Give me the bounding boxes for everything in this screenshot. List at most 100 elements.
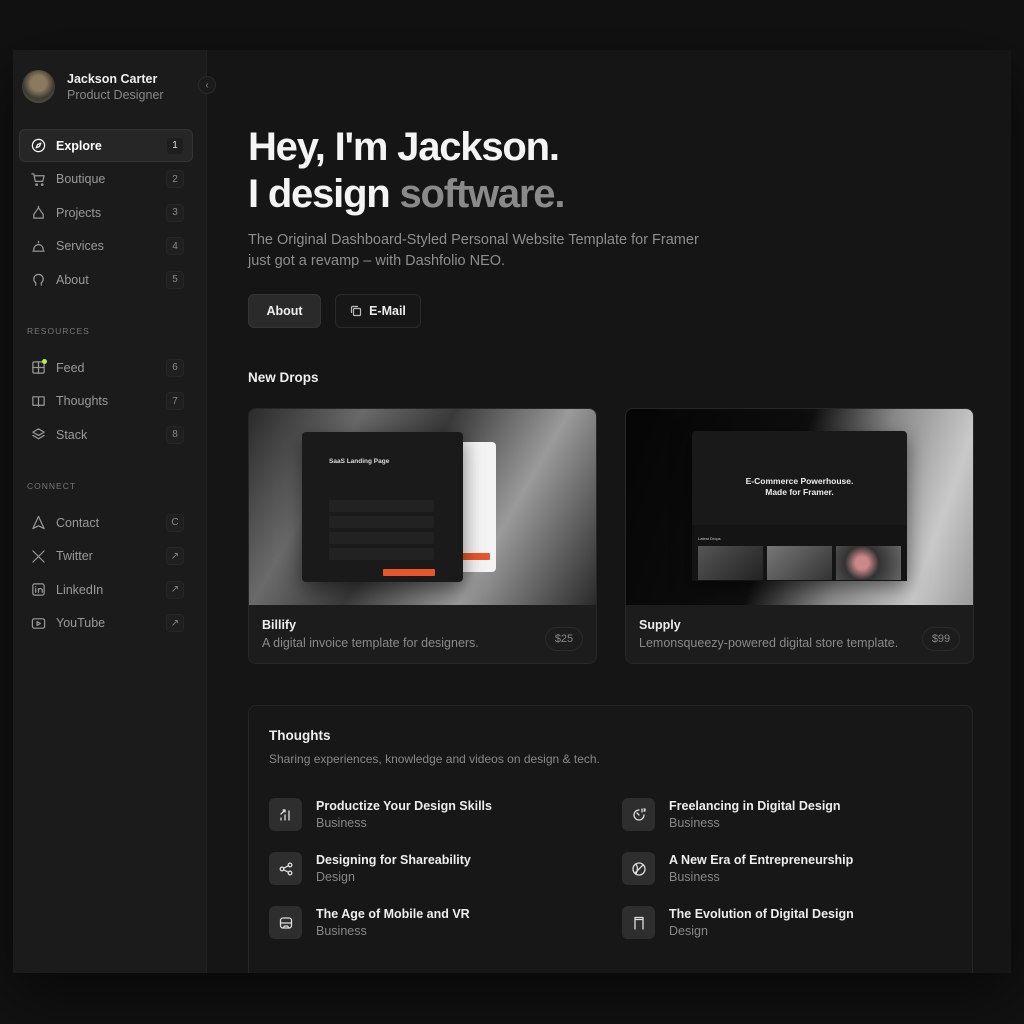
thought-icon-box	[622, 906, 655, 939]
sidebar-item-label: Twitter	[56, 549, 93, 564]
sidebar-item-label: Boutique	[56, 172, 106, 187]
thoughts-heading: Thoughts	[269, 728, 331, 743]
sidebar-item-contact[interactable]: Contact C	[19, 506, 193, 539]
x-icon	[31, 549, 45, 563]
mock-store-page: E-Commerce Powerhouse. Made for Framer. L…	[692, 431, 907, 581]
thought-title: The Age of Mobile and VR	[316, 907, 470, 921]
sidebar-item-projects[interactable]: Projects 3	[19, 196, 193, 229]
sidebar-item-thoughts[interactable]: Thoughts 7	[19, 385, 193, 418]
hero-subtitle: The Original Dashboard-Styled Personal W…	[248, 232, 699, 269]
sidebar-item-label: Projects	[56, 205, 102, 220]
sidebar-item-label: Explore	[56, 138, 102, 153]
shortcut-key: ↗	[166, 580, 184, 599]
sidebar-item-services[interactable]: Services 4	[19, 230, 193, 263]
sidebar-item-label: Stack	[56, 427, 88, 442]
compass-icon-wrap	[30, 138, 46, 154]
compass-icon	[31, 138, 45, 153]
product-price: $99	[922, 627, 960, 651]
mock-title-1: E-Commerce Powerhouse.	[745, 476, 854, 486]
youtube-icon	[31, 617, 45, 629]
app-window: Jackson Carter Product Designer ‹ Explor…	[13, 50, 1011, 973]
about-button[interactable]: About	[248, 294, 321, 328]
share-icon	[279, 862, 292, 875]
product-card-billify[interactable]: SaaS Landing Page Billify A digital invo…	[248, 408, 597, 664]
sidebar-item-label: Thoughts	[56, 394, 109, 409]
thought-title: The Evolution of Digital Design	[669, 907, 854, 921]
thought-item[interactable]: The Evolution of Digital Design Design	[622, 906, 942, 939]
thought-category: Business	[316, 924, 367, 938]
layers-icon	[31, 428, 45, 440]
thought-item[interactable]: Freelancing in Digital Design Business	[622, 798, 942, 831]
mock-dark-page: SaaS Landing Page	[302, 432, 463, 582]
shortcut-key: 2	[166, 170, 184, 189]
phone-icon	[633, 916, 644, 930]
thought-title: Productize Your Design Skills	[316, 799, 492, 813]
thought-category: Design	[316, 870, 355, 884]
product-image: E-Commerce Powerhouse. Made for Framer. L…	[626, 409, 973, 605]
sidebar-item-label: Feed	[56, 360, 85, 375]
thought-title: Freelancing in Digital Design	[669, 799, 841, 813]
thought-icon-box	[269, 852, 302, 885]
thought-title: A New Era of Entrepreneurship	[669, 853, 854, 867]
shortcut-key: 5	[166, 270, 184, 289]
thought-item[interactable]: The Age of Mobile and VR Business	[269, 906, 589, 939]
projects-icon-wrap	[30, 205, 46, 221]
sidebar-item-feed[interactable]: Feed 6	[19, 351, 193, 384]
avatar	[22, 70, 55, 103]
thought-item[interactable]: Productize Your Design Skills Business	[269, 798, 589, 831]
vr-icon	[279, 916, 292, 929]
sidebar-item-explore[interactable]: Explore 1	[19, 129, 193, 162]
sidebar-item-boutique[interactable]: Boutique 2	[19, 163, 193, 196]
feed-dot	[41, 359, 47, 364]
shortcut-key: C	[166, 513, 184, 532]
feed-icon-wrap	[30, 359, 47, 376]
linkedin-icon-wrap	[30, 582, 46, 598]
sidebar: Jackson Carter Product Designer ‹ Explor…	[13, 50, 216, 973]
x-icon-wrap	[30, 548, 46, 564]
linkedin-icon	[31, 583, 45, 596]
thought-icon-box	[622, 798, 655, 831]
about-icon	[32, 274, 44, 287]
shortcut-key: 8	[166, 425, 184, 444]
sidebar-item-stack[interactable]: Stack 8	[19, 418, 193, 451]
email-button[interactable]: E-Mail	[335, 294, 421, 328]
sidebar-item-youtube[interactable]: YouTube ↗	[19, 607, 193, 640]
main-nav: Explore 1 Boutique 2 Projects 3 Services 4 About…	[19, 129, 193, 297]
sidebar-item-linkedin[interactable]: LinkedIn ↗	[19, 573, 193, 606]
product-description: Lemonsqueezy-powered digital store templ…	[639, 636, 899, 650]
projects-icon	[32, 205, 44, 219]
connect-heading: CONNECT	[27, 481, 77, 491]
about-icon-wrap	[30, 272, 46, 288]
shortcut-key: 1	[166, 136, 184, 155]
shortcut-key: 6	[166, 358, 184, 377]
hero-heading: Hey, I'm Jackson. I design software.	[248, 124, 565, 218]
connect-nav: Contact C Twitter ↗ LinkedIn ↗ YouTube ↗	[19, 506, 193, 640]
thought-item[interactable]: Designing for Shareability Design	[269, 852, 589, 885]
product-card-supply[interactable]: E-Commerce Powerhouse. Made for Framer. L…	[625, 408, 974, 664]
thought-category: Business	[669, 870, 720, 884]
send-icon-wrap	[30, 515, 46, 531]
sidebar-item-label: YouTube	[56, 616, 106, 631]
sidebar-item-label: Services	[56, 239, 104, 254]
shortcut-key: ↗	[166, 614, 184, 633]
collapse-sidebar-button[interactable]: ‹	[198, 76, 216, 94]
sidebar-item-label: About	[56, 272, 89, 287]
book-icon	[31, 395, 45, 407]
shortcut-key: 3	[166, 203, 184, 222]
product-image: SaaS Landing Page	[249, 409, 596, 605]
layers-icon-wrap	[30, 427, 46, 443]
send-icon	[31, 515, 45, 530]
mock-section: Latest Drops	[698, 536, 721, 541]
sidebar-item-about[interactable]: About 5	[19, 263, 193, 296]
thought-title: Designing for Shareability	[316, 853, 471, 867]
ball-icon	[631, 861, 646, 876]
youtube-icon-wrap	[30, 615, 46, 631]
thought-item[interactable]: A New Era of Entrepreneurship Business	[622, 852, 942, 885]
profile: Jackson Carter Product Designer	[22, 70, 164, 103]
shortcut-key: 7	[166, 392, 184, 411]
shortcut-key: ↗	[166, 547, 184, 566]
cart-icon-wrap	[30, 171, 46, 187]
thought-icon-box	[269, 906, 302, 939]
hero-highlight: software.	[399, 172, 565, 216]
sidebar-item-twitter[interactable]: Twitter ↗	[19, 540, 193, 573]
